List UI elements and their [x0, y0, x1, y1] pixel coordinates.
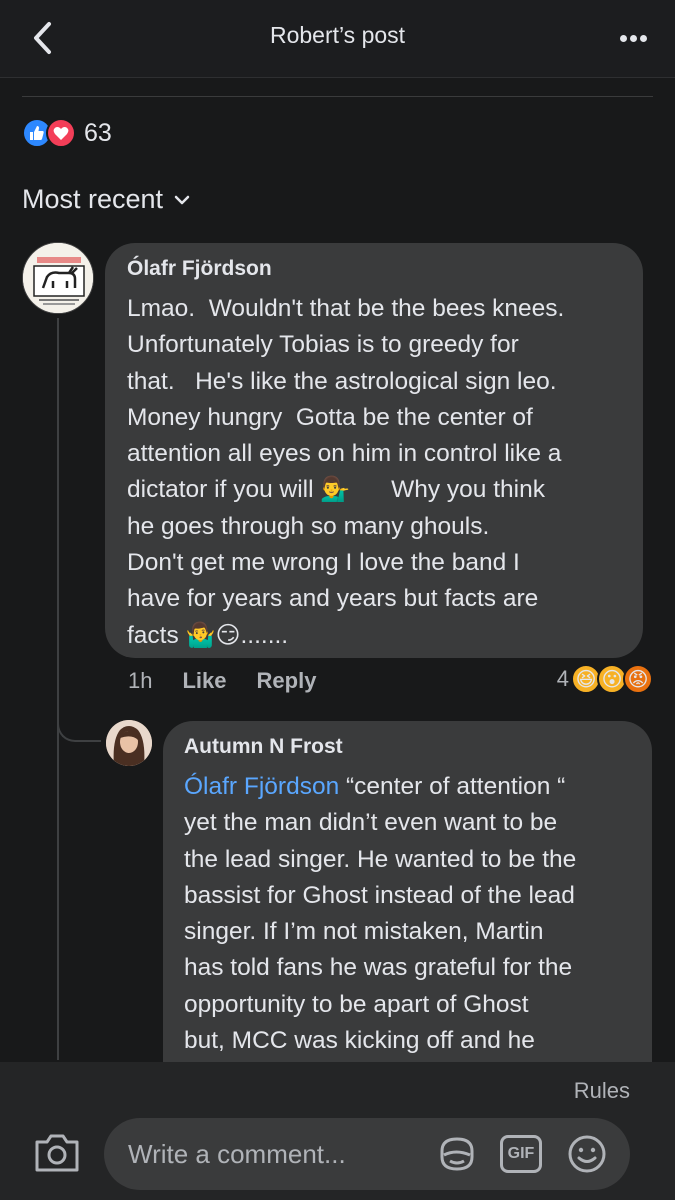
comment-text: Ólafr Fjördson “center of attention “ ye…	[184, 773, 577, 1055]
sort-label: Most recent	[22, 184, 164, 214]
comment-reactions[interactable]: 4 😆 😮 😡	[557, 664, 653, 694]
comment-reaction-count: 4	[556, 666, 569, 691]
emoji: 😏	[215, 621, 241, 649]
rules-link[interactable]: Rules	[574, 1078, 630, 1104]
mention-link[interactable]: Ólafr Fjördson	[184, 773, 339, 800]
comment-text: Lmao. Wouldn't that be the bees knees. U…	[127, 295, 565, 649]
emoji-button[interactable]	[566, 1133, 608, 1175]
sticker-button[interactable]	[436, 1133, 478, 1175]
post-reactions-summary[interactable]: 63	[22, 116, 112, 150]
sort-dropdown[interactable]: Most recent	[22, 184, 191, 215]
love-icon	[46, 118, 76, 148]
camera-button[interactable]	[33, 1130, 81, 1174]
comment-placeholder: Write a comment...	[128, 1138, 346, 1169]
more-horizontal-icon	[619, 34, 627, 42]
top-bar: Robert’s post	[0, 0, 675, 78]
reply-button[interactable]: Reply	[257, 668, 317, 694]
camera-icon	[35, 1134, 79, 1172]
comment-actions: 1h Like Reply	[128, 668, 316, 694]
gif-icon: GIF	[500, 1135, 542, 1173]
comment-bubble[interactable]: Ólafr Fjördson Lmao. Wouldn't that be th…	[105, 243, 643, 658]
emoji: 💁‍♂️	[320, 476, 351, 504]
comment-bubble[interactable]: Autumn N Frost Ólafr Fjördson “center of…	[163, 721, 652, 1081]
comment-author[interactable]: Autumn N Frost	[184, 735, 634, 759]
comment-author[interactable]: Ólafr Fjördson	[127, 257, 625, 281]
divider	[22, 96, 653, 97]
smile-icon	[568, 1135, 606, 1173]
avatar[interactable]	[22, 242, 94, 314]
gif-button[interactable]: GIF	[500, 1133, 542, 1175]
page-title: Robert’s post	[269, 22, 406, 48]
like-button[interactable]: Like	[182, 668, 226, 694]
more-options-button[interactable]	[613, 20, 653, 56]
angry-icon: 😡	[623, 664, 653, 694]
comment-composer: Rules Write a comment... GIF	[0, 1062, 675, 1200]
emoji: 🤷‍♂️	[185, 621, 216, 649]
chevron-down-icon	[174, 195, 190, 204]
thread-connector	[57, 690, 101, 742]
avatar[interactable]	[106, 720, 152, 766]
thread-line	[57, 318, 59, 1060]
reaction-count: 63	[84, 118, 112, 147]
comment-input[interactable]: Write a comment... GIF	[104, 1118, 630, 1190]
comment-timestamp: 1h	[128, 668, 153, 693]
sticker-icon	[440, 1137, 474, 1171]
